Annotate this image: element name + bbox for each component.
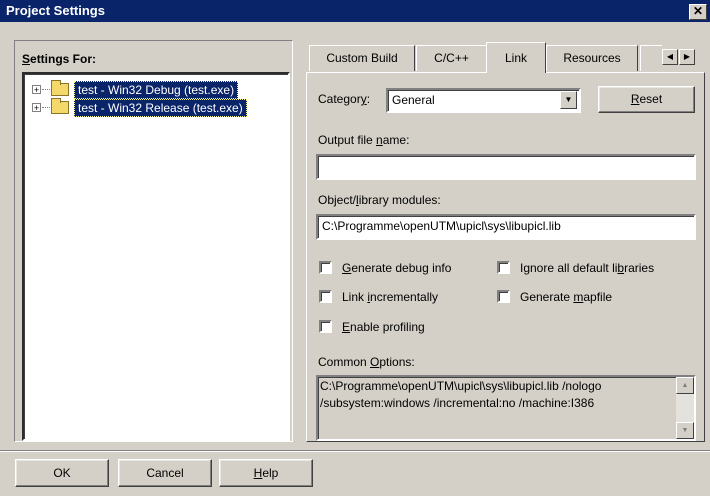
generate-debug-info-label[interactable]: Generate debug info [342,261,451,275]
scroll-up-button[interactable]: ▲ [676,377,694,394]
folder-icon [51,98,69,114]
tab-link[interactable]: Link [486,42,546,73]
ok-button[interactable]: OK [15,459,109,487]
tab-resources[interactable]: Resources [546,45,638,71]
expand-icon[interactable]: + [32,85,41,95]
common-options-label: Common Options: [318,355,415,369]
chevron-down-icon: ▼ [564,95,573,104]
folder-icon [51,80,69,96]
category-select[interactable]: General [386,88,581,113]
generate-mapfile-checkbox[interactable] [497,290,510,303]
common-options-text: C:\Programme\openUTM\upicl\sys\libupicl.… [320,379,602,410]
enable-profiling-checkbox[interactable] [319,320,332,333]
tab-c-cpp[interactable]: C/C++ [416,45,487,71]
arrow-down-icon: ▼ [681,427,689,434]
expand-icon[interactable]: + [32,103,41,113]
ignore-default-libraries-label[interactable]: Ignore all default libraries [520,261,654,275]
common-options-scrollbar[interactable]: ▲ ▼ [676,377,694,439]
tab-custom-build[interactable]: Custom Build [309,45,415,71]
generate-mapfile-label[interactable]: Generate mapfile [520,290,612,304]
title-bar: Project Settings ✕ [0,0,710,22]
settings-for-label: Settings For: [22,52,97,66]
tab-scroll-right-button[interactable]: ▶ [679,49,695,65]
arrow-left-icon: ◀ [666,52,674,61]
generate-debug-info-checkbox[interactable] [319,261,332,274]
link-incrementally-checkbox[interactable] [319,290,332,303]
tree-item-label[interactable]: test - Win32 Debug (test.exe) [74,81,239,99]
output-file-input[interactable] [316,154,696,180]
category-label: Category: [318,92,371,106]
object-library-label: Object/library modules: [318,193,441,207]
cancel-button[interactable]: Cancel [118,459,212,487]
enable-profiling-label[interactable]: Enable profiling [342,320,425,334]
category-dropdown-button[interactable]: ▼ [560,91,577,109]
close-icon: ✕ [692,4,704,18]
arrow-up-icon: ▲ [681,382,689,389]
tree-connector [42,89,50,90]
arrow-right-icon: ▶ [683,52,691,61]
category-value: General [392,93,435,107]
tree-item-label[interactable]: test - Win32 Release (test.exe) [74,99,247,117]
link-incrementally-label[interactable]: Link incrementally [342,290,438,304]
tree-connector [42,107,50,108]
object-library-input[interactable]: C:\Programme\openUTM\upicl\sys\libupicl.… [316,214,696,240]
output-file-label: Output file name: [318,133,410,147]
reset-button[interactable]: Reset [598,86,695,113]
help-button[interactable]: Help [219,459,313,487]
tab-scroll-left-button[interactable]: ◀ [662,49,678,65]
project-tree[interactable]: + test - Win32 Debug (test.exe) + test -… [22,72,290,441]
close-button[interactable]: ✕ [689,4,707,20]
scroll-down-button[interactable]: ▼ [676,422,694,439]
window-title: Project Settings [6,3,105,18]
ignore-default-libraries-checkbox[interactable] [497,261,510,274]
tab-overflow[interactable] [640,45,662,71]
bottom-separator [0,450,710,452]
